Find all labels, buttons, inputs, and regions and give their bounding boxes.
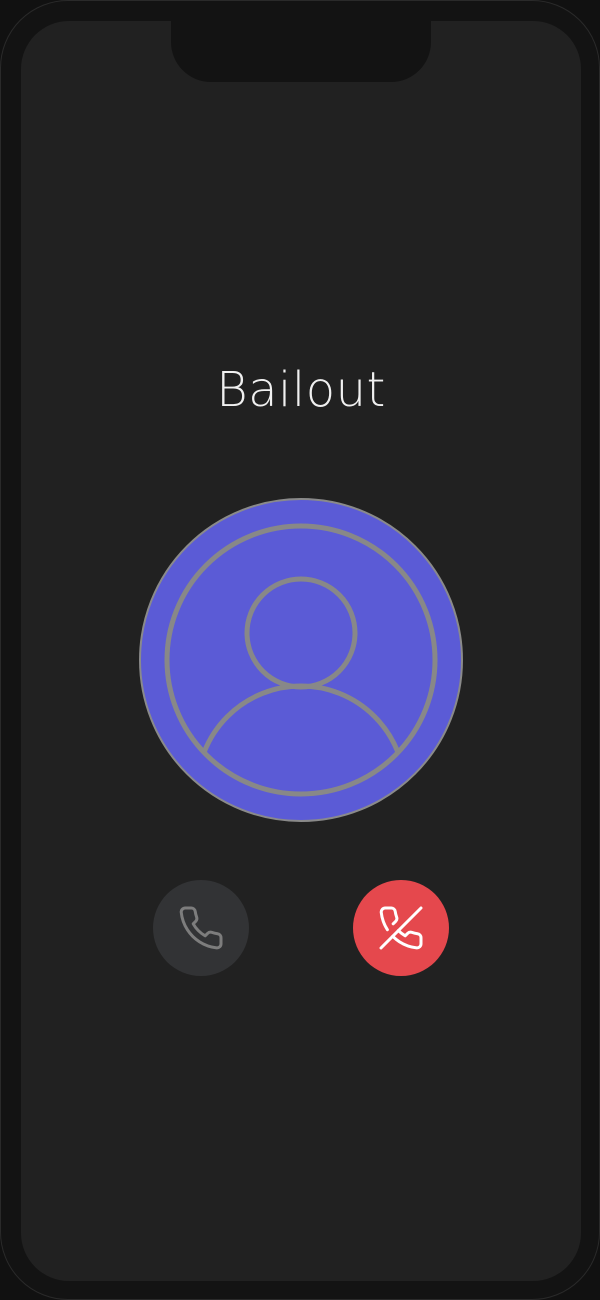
call-screen: Bailout	[21, 21, 581, 1281]
decline-call-button[interactable]	[353, 880, 449, 976]
phone-off-icon	[379, 906, 423, 950]
caller-name: Bailout	[216, 362, 386, 418]
caller-avatar	[138, 497, 464, 823]
user-circle-icon	[139, 498, 463, 822]
notch	[171, 21, 431, 82]
avatar-background	[139, 498, 463, 822]
phone-frame: Bailout	[0, 0, 600, 1300]
phone-icon	[179, 906, 223, 950]
accept-call-button[interactable]	[153, 880, 249, 976]
